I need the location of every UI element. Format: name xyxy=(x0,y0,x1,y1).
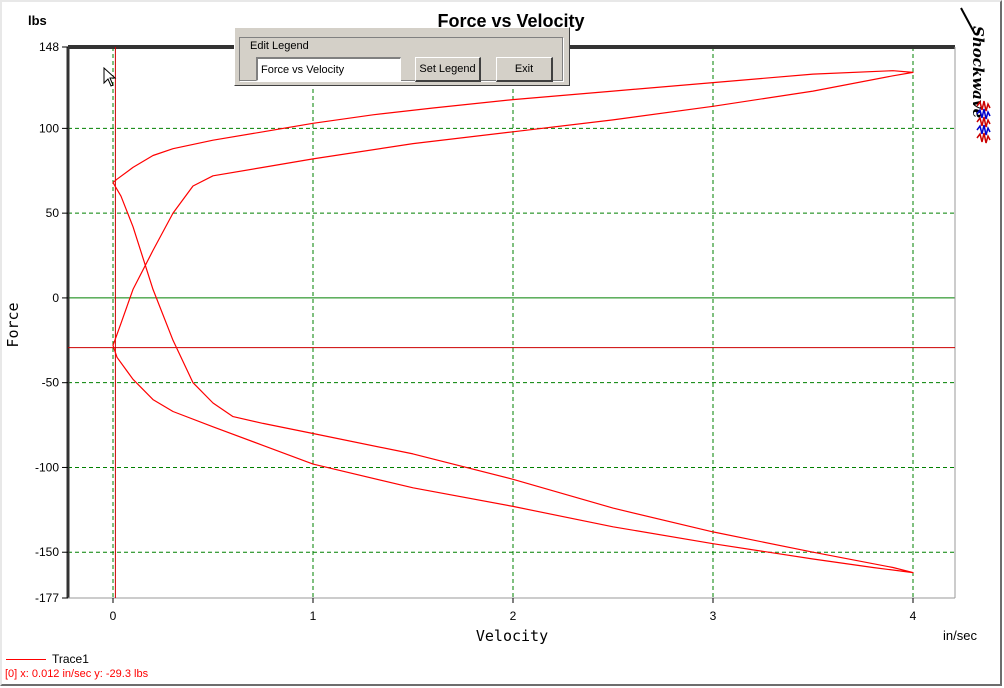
y-tick-label: -150 xyxy=(35,545,59,559)
cursor-readout: [0] x: 0.012 in/sec y: -29.3 lbs xyxy=(5,668,149,680)
y-tick-label: -177 xyxy=(35,591,59,605)
x-tick-label: 2 xyxy=(510,609,517,623)
x-axis-title: Velocity xyxy=(476,627,548,645)
mouse-cursor-icon xyxy=(103,67,117,87)
y-tick-label: 148 xyxy=(39,40,59,54)
axes xyxy=(62,45,956,603)
x-unit-label: in/sec xyxy=(943,628,977,643)
dialog-title: Edit Legend xyxy=(248,40,311,52)
y-unit-label: lbs xyxy=(28,13,47,28)
y-tick-label: 100 xyxy=(39,121,59,135)
legend-label-trace1: Trace1 xyxy=(52,652,89,666)
edit-legend-group: Edit Legend Set Legend Exit xyxy=(239,37,563,82)
legend-swatch-trace1 xyxy=(6,659,46,660)
series xyxy=(68,47,955,598)
edit-legend-dialog: Edit Legend Set Legend Exit xyxy=(234,27,570,86)
y-tick-label: -50 xyxy=(42,376,60,390)
x-tick-label: 3 xyxy=(710,609,717,623)
shockwave-logo: Shockwave xyxy=(960,7,991,144)
grid xyxy=(68,47,955,598)
tick-labels: 148 100 50 0 -50 -100 -150 -177 0 1 2 3 4 xyxy=(35,40,917,623)
x-tick-label: 1 xyxy=(310,609,317,623)
chart: 148100500-50-100-150-1770 1 2 3 4 Force vs V… xyxy=(4,11,977,645)
y-tick-label: 50 xyxy=(46,206,60,220)
y-tick-label: -100 xyxy=(35,460,59,474)
x-tick-label: 4 xyxy=(910,609,917,623)
y-tick-label: 0 xyxy=(52,291,59,305)
exit-button[interactable]: Exit xyxy=(496,57,553,82)
legend-input[interactable] xyxy=(256,57,401,81)
y-axis-title: Force xyxy=(4,302,22,347)
x-tick-label: 0 xyxy=(110,609,117,623)
set-legend-button[interactable]: Set Legend xyxy=(415,57,481,82)
